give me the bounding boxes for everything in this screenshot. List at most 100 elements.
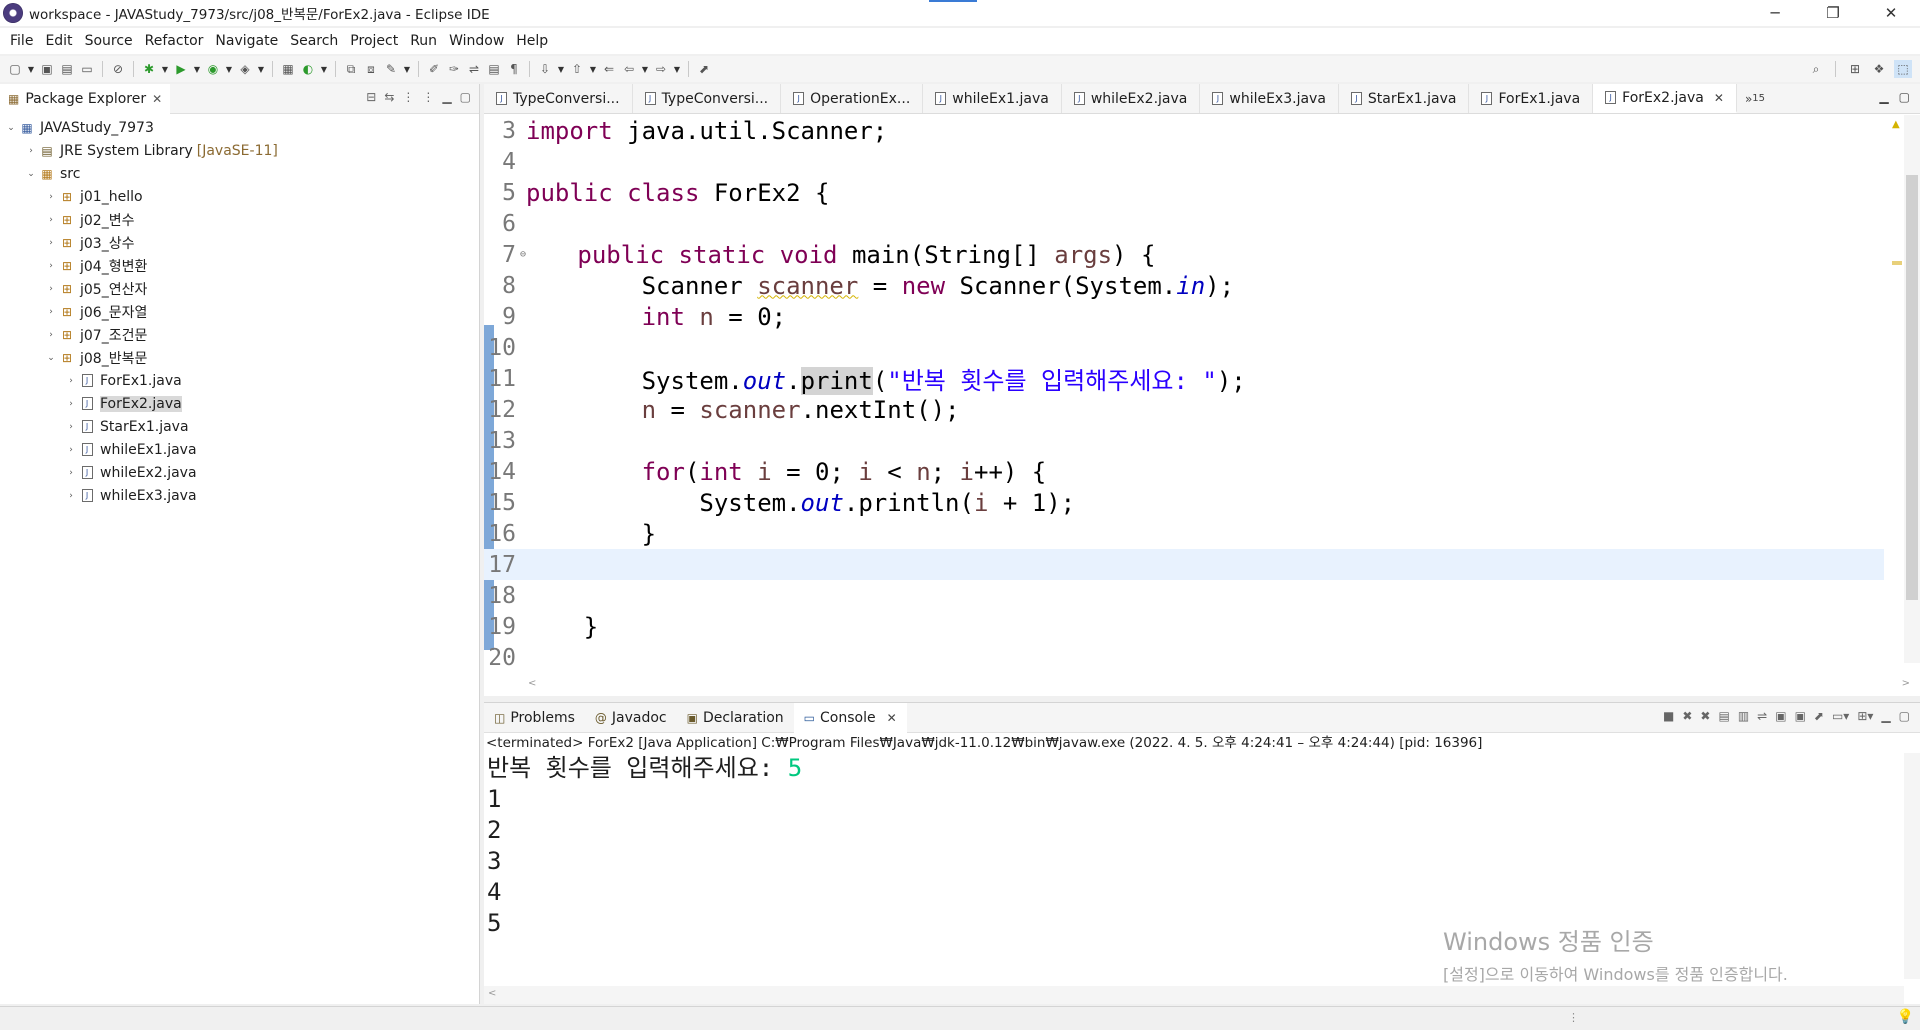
save-all-icon[interactable]: ▤	[58, 60, 76, 78]
editor-tab[interactable]: J ForEx1.java	[1469, 84, 1594, 113]
maximize-console-icon[interactable]: ▢	[1899, 709, 1910, 723]
scroll-lock-icon[interactable]: ▥	[1738, 709, 1749, 723]
coverage-icon[interactable]: ◉	[204, 60, 222, 78]
view-menu-icon[interactable]: ⋮	[422, 90, 434, 104]
tree-item[interactable]: › J ForEx1.java	[0, 369, 479, 392]
tree-item[interactable]: › JwhileEx2.java	[0, 461, 479, 484]
chevron-right-icon[interactable]: ›	[64, 376, 78, 386]
tree-item[interactable]: › ⊞ j04_형변환	[0, 254, 479, 277]
menu-navigate[interactable]: Navigate	[209, 33, 284, 49]
new-class-icon[interactable]: ◐	[299, 60, 317, 78]
display-console-icon[interactable]: ▭▾	[1832, 709, 1849, 723]
toggle-mark-occurrences-icon[interactable]: ✐	[425, 60, 443, 78]
new-icon[interactable]: ▢	[6, 60, 24, 78]
next-annotation-icon[interactable]: ⇩	[536, 60, 554, 78]
tree-item[interactable]: › J ForEx2.java	[0, 392, 479, 415]
pin-console-icon[interactable]: ⬈	[1814, 709, 1824, 723]
run-dropdown-icon[interactable]: ▼	[192, 60, 202, 78]
tab-console[interactable]: ▭ Console ✕	[793, 702, 907, 733]
menu-window[interactable]: Window	[443, 33, 510, 49]
console-horizontal-scrollbar[interactable]: <	[484, 986, 1904, 1004]
menu-source[interactable]: Source	[79, 33, 139, 49]
chevron-right-icon[interactable]: ›	[64, 445, 78, 455]
tree-item[interactable]: › ⊞ j02_변수	[0, 208, 479, 231]
console-vertical-scrollbar[interactable]	[1904, 753, 1920, 979]
back-icon[interactable]: ⇦	[620, 60, 638, 78]
console-scroll-left-icon[interactable]: <	[488, 988, 496, 999]
java-ee-perspective-icon[interactable]: ❖	[1870, 60, 1888, 78]
menu-search[interactable]: Search	[284, 33, 344, 49]
chevron-right-icon[interactable]: ›	[44, 330, 58, 340]
new-dropdown-icon[interactable]: ▼	[26, 60, 36, 78]
console-output[interactable]: 반복 횟수를 입력해주세요: 5 1 2 3 4 5	[484, 753, 1920, 939]
minimize-button[interactable]: ─	[1746, 0, 1804, 26]
skip-breakpoints-icon[interactable]: ⊘	[109, 60, 127, 78]
tree-item[interactable]: › ⊞ j03_상수	[0, 231, 479, 254]
scroll-left-icon[interactable]: <	[528, 678, 536, 689]
previous-annotation-dropdown-icon[interactable]: ▼	[588, 60, 598, 78]
tab-package-explorer[interactable]: ▦ Package Explorer ✕	[0, 83, 171, 114]
maximize-editor-icon[interactable]: ▢	[1899, 90, 1910, 104]
editor-vertical-scrollbar[interactable]	[1904, 115, 1920, 663]
editor-tab[interactable]: J TypeConversi...	[484, 84, 633, 113]
open-type-icon[interactable]: ⧉	[342, 60, 360, 78]
fold-icon[interactable]: ⊖	[520, 249, 526, 260]
last-edit-location-icon[interactable]: ⇐	[600, 60, 618, 78]
menu-refactor[interactable]: Refactor	[139, 33, 210, 49]
chevron-right-icon[interactable]: ›	[64, 399, 78, 409]
show-on-stderr-icon[interactable]: ▣	[1795, 709, 1806, 723]
chevron-right-icon[interactable]: ›	[44, 215, 58, 225]
close-tab-icon[interactable]: ✕	[1714, 91, 1724, 105]
chevron-right-icon[interactable]: ›	[44, 284, 58, 294]
link-with-editor-icon[interactable]: ⇆	[384, 90, 394, 104]
chevron-down-icon[interactable]: ⌄	[44, 353, 58, 363]
chevron-down-icon[interactable]: ⌄	[24, 169, 38, 179]
terminal-icon[interactable]: ▭	[78, 60, 96, 78]
save-icon[interactable]: ▣	[38, 60, 56, 78]
editor-tab[interactable]: JwhileEx1.java	[923, 84, 1062, 113]
scroll-right-icon[interactable]: >	[1902, 678, 1910, 689]
coverage-dropdown-icon[interactable]: ▼	[224, 60, 234, 78]
maximize-view-icon[interactable]: ▢	[460, 90, 471, 104]
chevron-down-icon[interactable]: ⌄	[4, 123, 18, 133]
editor-scroll-thumb[interactable]	[1906, 175, 1918, 600]
chevron-right-icon[interactable]: ›	[44, 307, 58, 317]
tree-item[interactable]: › ⊞ j01_hello	[0, 185, 479, 208]
chevron-right-icon[interactable]: ›	[44, 261, 58, 271]
editor-tab[interactable]: J OperationEx...	[781, 84, 924, 113]
run-icon[interactable]: ▶	[172, 60, 190, 78]
word-wrap-icon[interactable]: ⇌	[1757, 709, 1767, 723]
menu-edit[interactable]: Edit	[39, 33, 78, 49]
collapse-all-icon[interactable]: ⊟	[366, 90, 376, 104]
tab-javadoc[interactable]: @ Javadoc	[585, 703, 677, 733]
remove-all-launches-icon[interactable]: ✖	[1700, 709, 1710, 723]
show-list-button[interactable]: » 15	[1737, 84, 1773, 113]
java-perspective-icon[interactable]: ⬚	[1894, 60, 1912, 78]
search-tool-icon[interactable]: ✎	[382, 60, 400, 78]
tree-item[interactable]: › JwhileEx1.java	[0, 438, 479, 461]
tree-item[interactable]: › JwhileEx3.java	[0, 484, 479, 507]
back-dropdown-icon[interactable]: ▼	[640, 60, 650, 78]
warning-marker-icon[interactable]: ▲	[1892, 119, 1900, 130]
editor-tab[interactable]: JwhileEx2.java	[1062, 84, 1201, 113]
overview-ruler[interactable]: ▲	[1892, 115, 1902, 663]
open-console-icon[interactable]: ⊞▾	[1857, 709, 1873, 723]
tab-declaration[interactable]: ▣ Declaration	[677, 703, 794, 733]
toggle-word-wrap-icon[interactable]: ⇌	[465, 60, 483, 78]
tree-item[interactable]: ⌄ ⊞ j08_반복문	[0, 346, 479, 369]
tree-item[interactable]: › ⊞ j07_조건문	[0, 323, 479, 346]
menu-file[interactable]: File	[4, 33, 39, 49]
external-tools-dropdown-icon[interactable]: ▼	[256, 60, 266, 78]
editor-tab[interactable]: J TypeConversi...	[633, 84, 782, 113]
minimize-view-icon[interactable]: ▁	[442, 90, 451, 104]
open-task-icon[interactable]: ⧈	[362, 60, 380, 78]
remove-launch-icon[interactable]: ✖	[1682, 709, 1692, 723]
chevron-right-icon[interactable]: ›	[64, 491, 78, 501]
terminate-icon[interactable]: ■	[1663, 709, 1674, 723]
tree-item[interactable]: › ⊞ j05_연산자	[0, 277, 479, 300]
chevron-right-icon[interactable]: ›	[44, 238, 58, 248]
pin-editor-icon[interactable]: ⬈	[695, 60, 713, 78]
clear-console-icon[interactable]: ▤	[1718, 709, 1729, 723]
open-perspective-icon[interactable]: ⊞	[1846, 60, 1864, 78]
toggle-block-selection-icon[interactable]: ✑	[445, 60, 463, 78]
